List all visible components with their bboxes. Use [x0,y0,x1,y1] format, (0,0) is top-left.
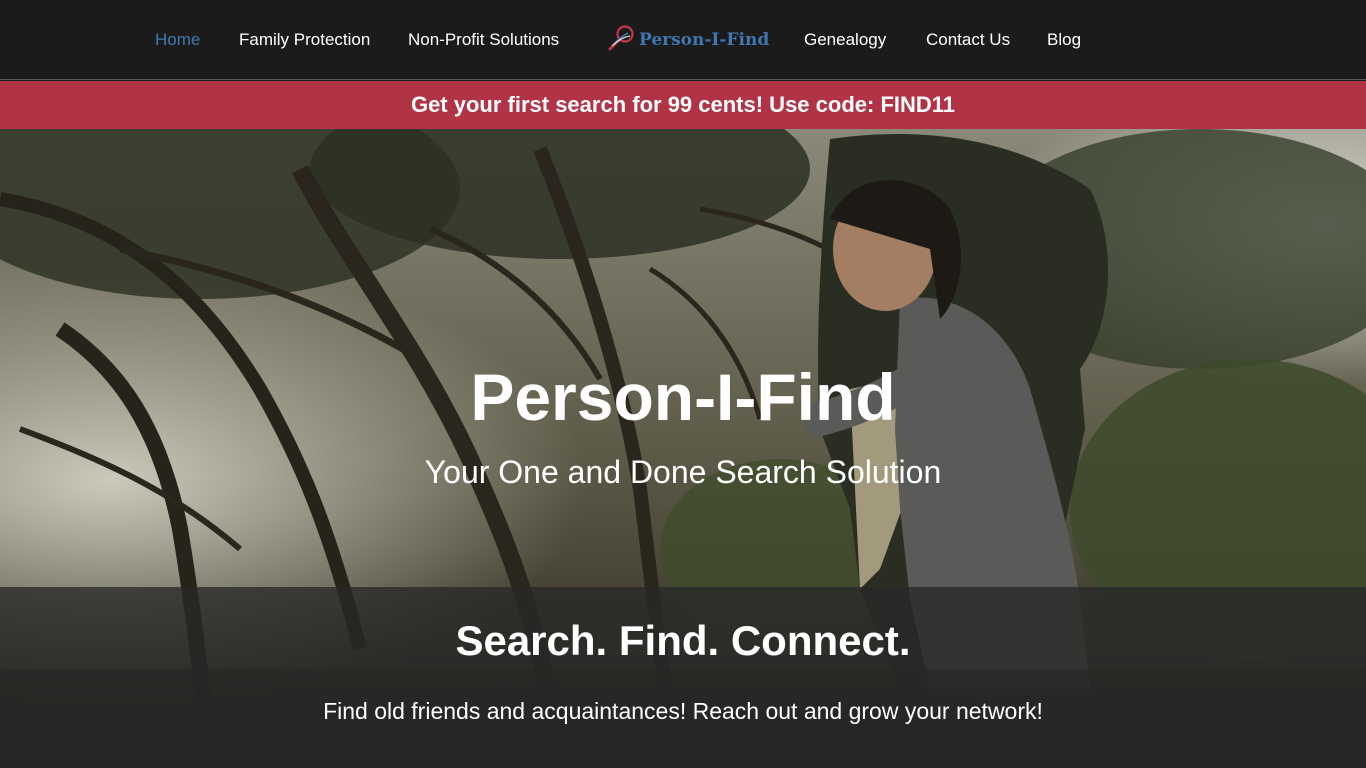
magnifier-icon [606,24,636,57]
tagline-band: Search. Find. Connect. Find old friends … [0,587,1366,768]
band-description: Find old friends and acquaintances! Reac… [323,698,1043,724]
hero-subtitle: Your One and Done Search Solution [424,454,942,490]
top-navigation: Home Family Protection Non-Profit Soluti… [0,0,1366,80]
nav-family-protection-link[interactable]: Family Protection [239,30,370,50]
hero-section: Person-I-Find Your One and Done Search S… [0,129,1366,768]
hero-title: Person-I-Find [470,360,896,434]
nav-non-profit-solutions-link[interactable]: Non-Profit Solutions [408,30,559,50]
promo-text: Get your first search for 99 cents! Use … [410,92,956,117]
nav-blog-link[interactable]: Blog [1047,30,1081,50]
nav-genealogy-link[interactable]: Genealogy [804,30,886,50]
logo-text: Person-I-Find [639,30,770,50]
nav-home-link[interactable]: Home [155,30,200,50]
promo-banner: Get your first search for 99 cents! Use … [0,81,1366,129]
site-logo[interactable]: Person-I-Find [606,24,770,57]
band-title: Search. Find. Connect. [455,617,911,664]
nav-contact-us-link[interactable]: Contact Us [926,30,1010,50]
